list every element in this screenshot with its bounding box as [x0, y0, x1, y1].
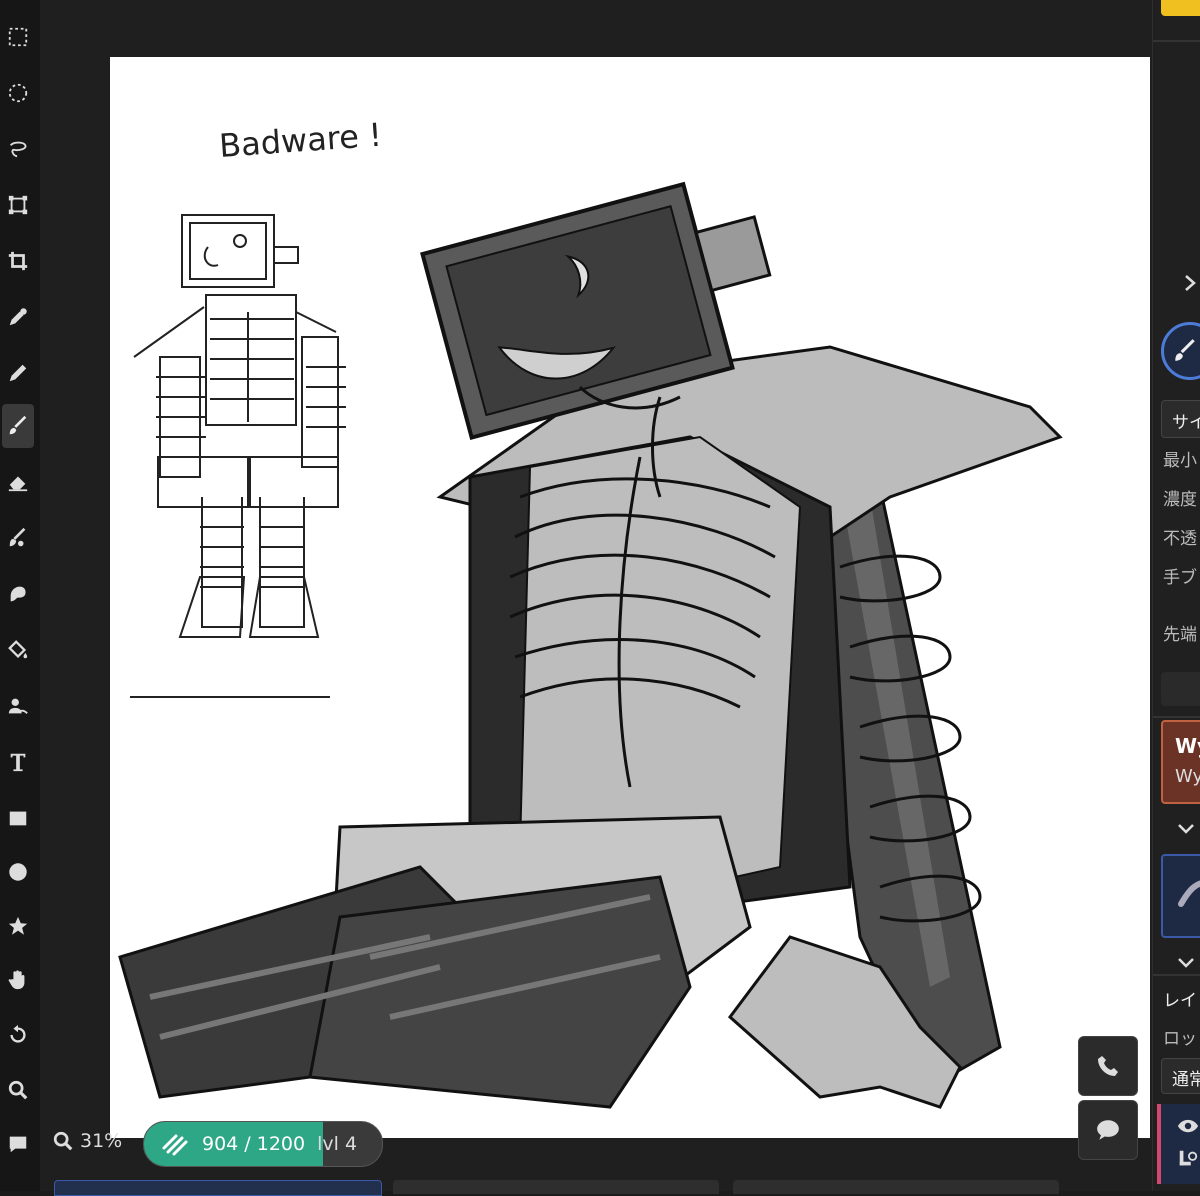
chat-button[interactable]	[1078, 1100, 1138, 1160]
zoom-small-icon	[53, 1131, 73, 1151]
eyedropper-icon	[9, 308, 27, 326]
sketch-artwork: Badware !	[118, 116, 1063, 1109]
ellipse-select-icon	[8, 83, 28, 103]
right-side-panel: サイ 最小 濃度 不透 手ブ 先端 Wy Wy レイ ロッ 通常	[1152, 0, 1200, 1191]
layer-label: レイ	[1163, 991, 1197, 1011]
zoom-tool[interactable]	[2, 1068, 34, 1112]
chevron-down-icon[interactable]	[1177, 822, 1195, 836]
blend-mode-value: 通常	[1172, 1070, 1200, 1090]
rectangle-tool[interactable]	[2, 796, 34, 840]
tip-shape-selector[interactable]	[1161, 672, 1200, 706]
eraser-icon	[8, 476, 28, 492]
zoom-icon	[8, 1080, 28, 1100]
chat-bubble-icon	[1097, 1120, 1119, 1140]
small-robot-sketch	[130, 214, 346, 698]
hand-icon	[8, 970, 25, 990]
level-label: lvl 4	[317, 1133, 358, 1155]
chevron-right-icon[interactable]	[1183, 274, 1197, 292]
brush-preview-button[interactable]	[1161, 322, 1200, 380]
star-icon	[8, 916, 28, 935]
tool-palette	[0, 0, 40, 1191]
account-card-title: Wy	[1175, 734, 1200, 758]
smudge-icon	[10, 586, 26, 602]
stabilizer-label: 手ブ	[1163, 568, 1197, 588]
zoom-indicator[interactable]: 31%	[52, 1130, 122, 1152]
lasso-tool[interactable]	[2, 127, 34, 171]
zoom-level: 31%	[80, 1130, 123, 1152]
transform-icon	[8, 195, 28, 215]
rect-select-tool[interactable]	[2, 15, 34, 59]
phone-icon	[1098, 1056, 1118, 1076]
stroke-preview-icon	[1178, 880, 1200, 907]
bottom-panel-tab-1[interactable]	[54, 1180, 382, 1196]
clone-tool[interactable]	[2, 684, 34, 728]
xp-progress-bar[interactable]: 904 / 1200 lvl 4	[143, 1121, 383, 1167]
crop-tool[interactable]	[2, 239, 34, 283]
account-card[interactable]: Wy Wy	[1161, 720, 1200, 804]
layer-item[interactable]	[1157, 1104, 1200, 1184]
bottom-panel-tab-2[interactable]	[393, 1180, 719, 1194]
ellipse-tool[interactable]	[2, 850, 34, 894]
blend-tool[interactable]	[2, 516, 34, 560]
blend-icon	[9, 527, 26, 547]
drawing-canvas[interactable]: Badware !	[110, 57, 1150, 1138]
rectangle-icon	[9, 811, 27, 826]
brush-icon	[9, 415, 27, 435]
density-label: 濃度	[1163, 490, 1197, 510]
clone-icon	[8, 698, 28, 714]
ellipse-select-tool[interactable]	[2, 71, 34, 115]
min-size-label: 最小	[1163, 451, 1197, 471]
lock-label: ロッ	[1163, 1029, 1197, 1049]
notification-badge[interactable]	[1161, 0, 1200, 16]
blend-mode-select[interactable]: 通常	[1161, 1058, 1200, 1094]
xp-count: 904 / 1200	[202, 1133, 306, 1155]
brush-icon	[1175, 339, 1195, 361]
brush-tool[interactable]	[2, 404, 34, 448]
bottom-panel-tab-3[interactable]	[733, 1180, 1059, 1194]
panel-divider	[1153, 716, 1200, 718]
rect-select-icon	[8, 27, 28, 47]
crop-icon	[8, 251, 28, 271]
text-tool[interactable]	[2, 740, 34, 784]
rotate-tool[interactable]	[2, 1013, 34, 1057]
pen-tool[interactable]	[2, 351, 34, 395]
brush-stroke-preview[interactable]	[1161, 854, 1200, 938]
comment-icon	[9, 1136, 27, 1153]
smudge-tool[interactable]	[2, 572, 34, 616]
panel-divider	[1153, 974, 1200, 976]
hand-tool[interactable]	[2, 958, 34, 1002]
call-button[interactable]	[1078, 1036, 1138, 1096]
chevron-down-icon[interactable]	[1177, 956, 1195, 970]
pen-icon	[9, 364, 27, 382]
tip-label: 先端	[1163, 625, 1197, 645]
text-icon	[10, 753, 26, 772]
eye-icon[interactable]	[1177, 1118, 1199, 1134]
lasso-icon	[9, 141, 27, 158]
ellipse-icon	[9, 863, 27, 881]
transform-tool[interactable]	[2, 183, 34, 227]
eraser-tool[interactable]	[2, 460, 34, 504]
sketch-title-text: Badware !	[218, 116, 383, 165]
xp-progress-content: 904 / 1200 lvl 4	[144, 1122, 382, 1166]
opacity-label: 不透	[1163, 529, 1197, 549]
comment-tool[interactable]	[2, 1122, 34, 1166]
brush-strokes-icon	[162, 1134, 188, 1156]
rotate-icon	[10, 1024, 26, 1043]
eyedropper-tool[interactable]	[2, 295, 34, 339]
lock-icon[interactable]	[1177, 1148, 1199, 1170]
brush-size-dropdown[interactable]: サイ	[1161, 400, 1200, 438]
fill-tool[interactable]	[2, 628, 34, 672]
panel-divider	[1153, 40, 1200, 42]
brush-size-label: サイ	[1172, 413, 1200, 433]
fill-bucket-icon	[8, 640, 28, 659]
star-tool[interactable]	[2, 904, 34, 948]
account-card-subtitle: Wy	[1175, 766, 1200, 787]
